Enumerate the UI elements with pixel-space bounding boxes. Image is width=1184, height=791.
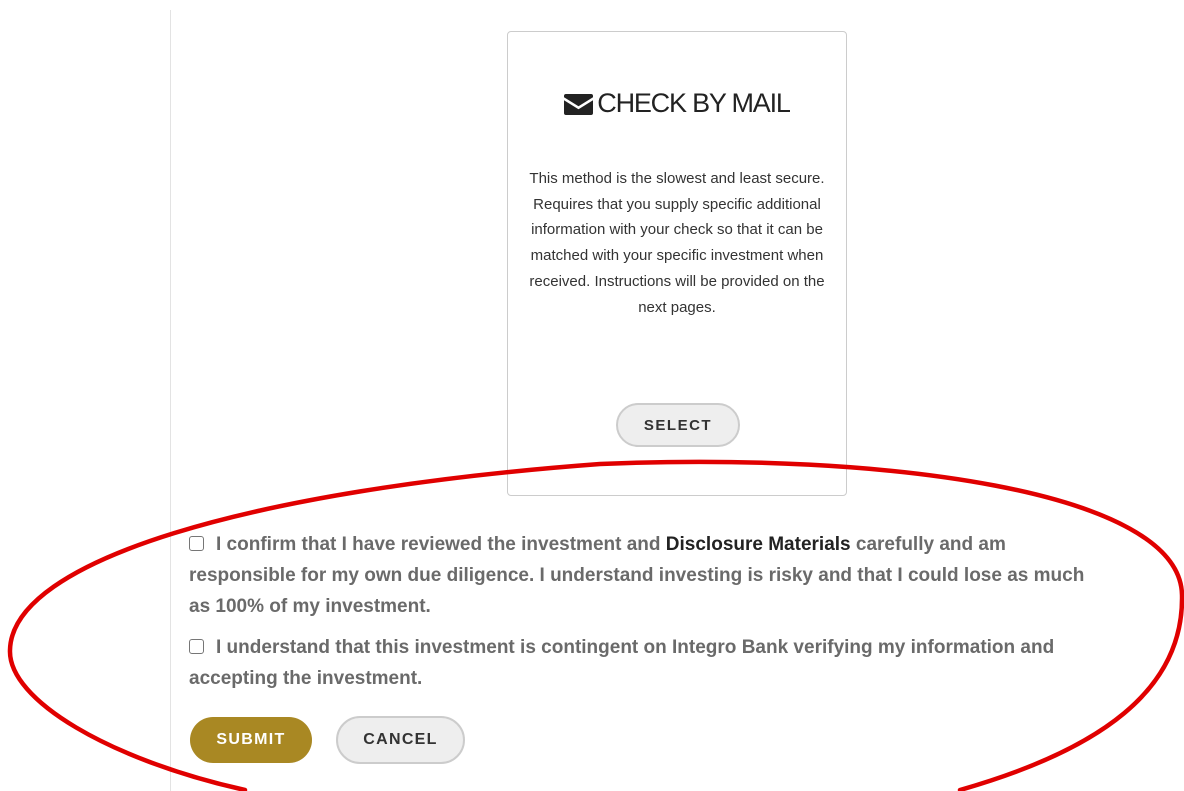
agreement-text: I understand that this investment is con…: [189, 637, 1055, 689]
bank-verification-checkbox[interactable]: [189, 639, 204, 654]
check-by-mail-card: CHECK BY MAIL This method is the slowest…: [507, 31, 847, 496]
envelope-icon: [564, 94, 594, 115]
card-title: CHECK BY MAIL: [508, 88, 846, 119]
content-left-border: [170, 10, 171, 791]
card-title-text: CHECK BY MAIL: [597, 88, 791, 118]
agreement-text-start: I confirm that I have reviewed the inves…: [216, 534, 661, 555]
disclosure-materials-link[interactable]: Disclosure Materials: [666, 534, 851, 555]
disclosure-checkbox[interactable]: [189, 536, 204, 551]
submit-button[interactable]: SUBMIT: [190, 717, 312, 763]
agreement-bank-verification: I understand that this investment is con…: [189, 632, 1109, 694]
agreement-disclosure: I confirm that I have reviewed the inves…: [189, 529, 1109, 622]
select-button[interactable]: SELECT: [616, 403, 740, 447]
card-description: This method is the slowest and least sec…: [529, 170, 825, 316]
cancel-button[interactable]: CANCEL: [336, 716, 465, 764]
